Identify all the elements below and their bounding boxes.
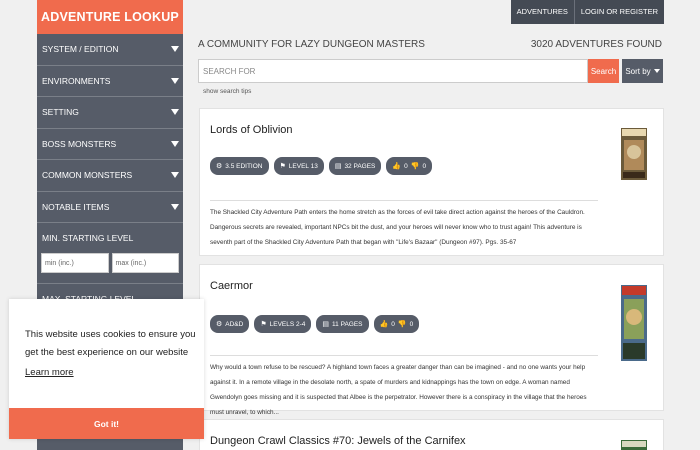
- cover-image[interactable]: [621, 128, 647, 180]
- caret-down-icon: [171, 77, 179, 84]
- tag-text: Levels 2-4: [269, 320, 306, 328]
- pages-tag[interactable]: ▤ 32 Pages: [328, 157, 382, 175]
- flag-icon: ⚑: [279, 163, 286, 170]
- nav-adventures-button[interactable]: Adventures: [510, 0, 574, 24]
- caret-down-icon: [171, 203, 179, 210]
- caret-down-icon: [171, 140, 179, 147]
- filter-environments[interactable]: Environments: [37, 66, 183, 97]
- search-input[interactable]: SEARCH FOR: [198, 59, 588, 83]
- flag-icon: ⚑: [260, 321, 267, 328]
- tag-text: 0: [409, 320, 414, 328]
- gear-icon: ⚙: [216, 321, 223, 328]
- cookie-learn-more-link[interactable]: Learn more: [25, 367, 74, 378]
- caret-down-icon: [653, 69, 660, 73]
- filter-boss-monsters[interactable]: Boss Monsters: [37, 129, 183, 160]
- cover-image[interactable]: [621, 285, 647, 361]
- edition-tag[interactable]: ⚙ AD&D: [210, 315, 250, 333]
- cover-image[interactable]: [621, 440, 647, 450]
- cookie-message: This website uses cookies to ensure you …: [25, 329, 196, 358]
- thumbs-down-icon: 👎: [410, 163, 420, 170]
- max-level-input[interactable]: max (inc.): [111, 253, 179, 273]
- pages-tag[interactable]: ▤ 11 Pages: [316, 315, 369, 333]
- filter-label: Setting: [42, 107, 79, 118]
- min-level-range: min (inc.) max (inc.): [37, 253, 183, 277]
- level-tag[interactable]: ⚑ Level 13: [273, 157, 324, 175]
- level-tag[interactable]: ⚑ Levels 2-4: [254, 315, 312, 333]
- tag-text: 0: [391, 320, 395, 328]
- top-nav: Adventures Login or Register: [510, 0, 664, 24]
- tag-text: 3.5 Edition: [225, 162, 263, 170]
- thumbs-up-icon: 👍: [379, 321, 389, 328]
- adventure-card[interactable]: Lords of Oblivion ⚙ 3.5 Edition ⚑ Level 13…: [199, 108, 664, 256]
- adventure-title[interactable]: Lords of Oblivion: [210, 124, 293, 136]
- filter-label: Environments: [42, 75, 111, 86]
- adventure-title[interactable]: Dungeon Crawl Classics #70: Jewels of th…: [210, 435, 466, 447]
- caret-down-icon: [171, 172, 179, 179]
- filter-common-monsters[interactable]: Common Monsters: [37, 160, 183, 192]
- adventure-card[interactable]: Caermor ⚙ AD&D ⚑ Levels 2-4 ▤ 11 Pages 👍 0 👎 0…: [199, 264, 664, 416]
- tag-list: ⚙ AD&D ⚑ Levels 2-4 ▤ 11 Pages 👍 0 👎 0: [210, 315, 420, 333]
- sort-label: Sort by: [625, 66, 651, 76]
- tag-text: AD&D: [225, 320, 244, 328]
- edition-tag[interactable]: ⚙ 3.5 Edition: [210, 157, 269, 175]
- filter-label: System / Edition: [42, 44, 119, 55]
- filter-notable-items[interactable]: Notable Items: [37, 192, 183, 223]
- tag-text: 0: [422, 162, 427, 170]
- adventure-title[interactable]: Caermor: [210, 280, 253, 292]
- tag-text: 0: [404, 162, 408, 170]
- adventure-card[interactable]: Dungeon Crawl Classics #70: Jewels of th…: [199, 419, 664, 450]
- thumbs-down-icon: 👎: [397, 321, 407, 328]
- sort-button[interactable]: Sort by: [622, 59, 663, 83]
- cookie-accept-button[interactable]: Got it!: [9, 408, 204, 439]
- adventure-description: The Shackled City Adventure Path enters …: [210, 200, 598, 250]
- book-icon: ▤: [334, 163, 342, 170]
- tagline: A community for lazy dungeon masters: [198, 39, 425, 50]
- vote-tag[interactable]: 👍 0 👎 0: [386, 157, 433, 175]
- gear-icon: ⚙: [216, 163, 223, 170]
- filter-label: Notable Items: [42, 201, 110, 212]
- nav-login-button[interactable]: Login or Register: [573, 0, 664, 24]
- min-level-label: Min. Starting Level: [42, 233, 134, 243]
- vote-tag[interactable]: 👍 0 👎 0: [373, 315, 420, 333]
- brand-logo[interactable]: ADVENTURE LOOKUP: [37, 0, 183, 34]
- tag-text: 32 Pages: [344, 162, 376, 170]
- min-level-input[interactable]: min (inc.): [41, 253, 109, 273]
- adventure-description: Why would a town refuse to be rescued? A…: [210, 355, 598, 420]
- tag-list: ⚙ 3.5 Edition ⚑ Level 13 ▤ 32 Pages 👍 0 👎 0: [210, 157, 433, 175]
- tag-text: Level 13: [288, 162, 318, 170]
- filter-system-edition[interactable]: System / Edition: [37, 34, 183, 66]
- cookie-banner: This website uses cookies to ensure you …: [9, 299, 204, 439]
- filter-setting[interactable]: Setting: [37, 97, 183, 129]
- caret-down-icon: [171, 109, 179, 116]
- filter-label: Boss Monsters: [42, 138, 117, 149]
- filter-label: Common Monsters: [42, 170, 133, 181]
- thumbs-up-icon: 👍: [392, 163, 402, 170]
- search-button[interactable]: Search: [588, 59, 619, 83]
- search-tips-link[interactable]: show search tips: [203, 88, 251, 95]
- results-count: 3020 adventures found: [530, 39, 662, 50]
- book-icon: ▤: [322, 321, 330, 328]
- tag-text: 11 Pages: [332, 320, 363, 328]
- caret-down-icon: [171, 46, 179, 53]
